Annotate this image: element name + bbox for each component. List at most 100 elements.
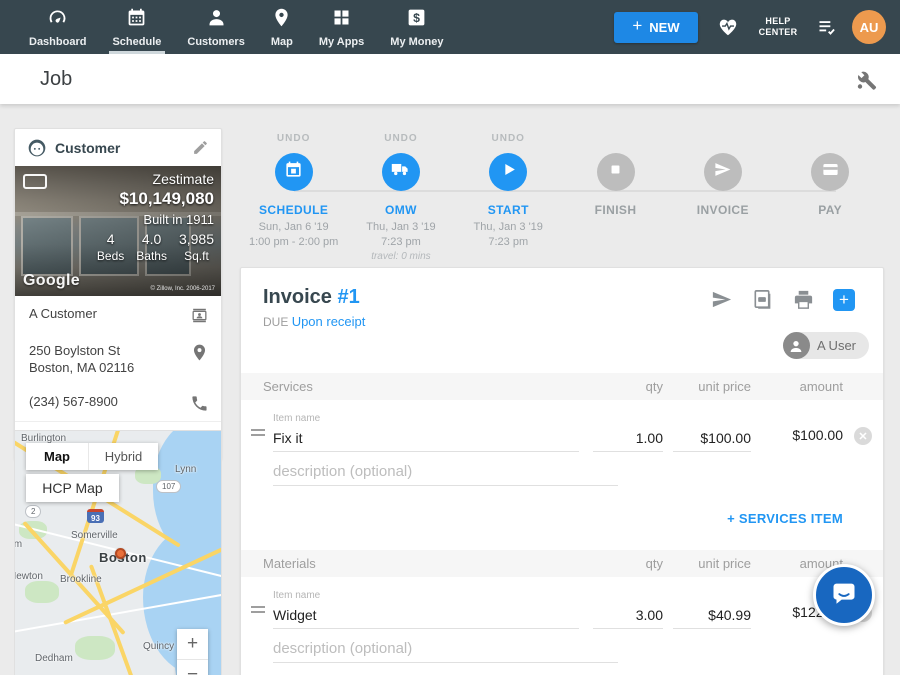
- send-icon-circle[interactable]: [704, 153, 742, 191]
- nav-label: Customers: [187, 36, 244, 48]
- step-omw: UNDO OMW Thu, Jan 3 '19 7:23 pm travel: …: [347, 133, 454, 264]
- customer-name: A Customer: [29, 305, 190, 322]
- service-item-row: $100.00 ✕: [241, 424, 883, 452]
- tasks-checklist-icon[interactable]: [816, 17, 838, 37]
- map-label-brookline: Brookline: [60, 574, 102, 585]
- nav-item-my-apps[interactable]: My Apps: [306, 0, 377, 54]
- col-unit-price: unit price: [673, 556, 751, 571]
- step-label[interactable]: SCHEDULE: [259, 203, 328, 217]
- nav-label: My Apps: [319, 36, 364, 48]
- schedule-step-button[interactable]: [275, 153, 313, 191]
- truck-icon: [391, 160, 410, 184]
- step-label[interactable]: OMW: [385, 203, 417, 217]
- customer-name-row: A Customer: [15, 296, 221, 333]
- map-label-newton: Newton: [15, 571, 43, 582]
- map-type-hybrid-button[interactable]: Hybrid: [88, 443, 158, 470]
- undo-start-link[interactable]: UNDO: [492, 133, 525, 148]
- job-tools-icon[interactable]: [854, 68, 878, 92]
- nav-item-customers[interactable]: Customers: [174, 0, 257, 54]
- stop-icon: [606, 160, 625, 184]
- page-header: Job: [0, 54, 900, 104]
- user-avatar[interactable]: AU: [852, 10, 886, 44]
- zestimate-overlay: Zestimate $10,149,080 Built in 1911 4 Be…: [97, 171, 214, 263]
- delete-item-icon[interactable]: ✕: [854, 427, 872, 445]
- stat-baths: 4.0 Baths: [136, 231, 167, 263]
- customer-card: Customer Zestimate $10,149,080 Built in …: [14, 128, 222, 460]
- contact-card-icon[interactable]: [190, 306, 209, 325]
- drag-handle-icon[interactable]: [251, 426, 265, 439]
- new-button-label: NEW: [649, 20, 679, 35]
- customers-icon: [206, 7, 227, 33]
- money-icon: $: [406, 7, 427, 33]
- zestimate-label: Zestimate: [97, 171, 214, 187]
- line-amount: $100.00: [759, 427, 843, 452]
- add-invoice-button[interactable]: +: [833, 289, 855, 311]
- step-label[interactable]: START: [488, 203, 529, 217]
- nav-label: Schedule: [112, 36, 161, 48]
- chat-widget-button[interactable]: [813, 564, 875, 626]
- col-qty: qty: [593, 556, 663, 571]
- nav-label: Dashboard: [29, 36, 86, 48]
- finish-step-button[interactable]: [597, 153, 635, 191]
- top-navbar: Dashboard Schedule Customers Map My Apps…: [0, 0, 900, 54]
- location-pin-icon[interactable]: [190, 343, 209, 362]
- omw-step-button[interactable]: [382, 153, 420, 191]
- print-icon[interactable]: [792, 288, 815, 311]
- step-label[interactable]: FINISH: [595, 203, 637, 217]
- step-finish: FINISH: [562, 133, 669, 264]
- add-services-item-link[interactable]: + SERVICES ITEM: [727, 511, 843, 526]
- map-zoom-control: + −: [177, 629, 208, 675]
- assigned-user-chip[interactable]: A User: [783, 332, 869, 359]
- unit-price-input[interactable]: [673, 424, 751, 452]
- new-button[interactable]: + NEW: [614, 12, 698, 43]
- health-heart-icon[interactable]: [716, 16, 740, 38]
- undo-omw-link[interactable]: UNDO: [384, 133, 417, 148]
- nav-item-schedule[interactable]: Schedule: [99, 0, 174, 54]
- qty-input[interactable]: [593, 601, 663, 629]
- property-streetview-photo[interactable]: Zestimate $10,149,080 Built in 1911 4 Be…: [15, 166, 221, 296]
- item-name-input[interactable]: [273, 601, 579, 629]
- zoom-in-button[interactable]: +: [177, 629, 208, 659]
- description-input[interactable]: [273, 635, 618, 663]
- hcp-map-button[interactable]: HCP Map: [26, 474, 119, 502]
- qty-input[interactable]: [593, 424, 663, 452]
- help-center-link[interactable]: HELP CENTER: [754, 16, 802, 38]
- invoice-number-link[interactable]: #1: [337, 286, 359, 308]
- send-invoice-icon[interactable]: [710, 288, 733, 311]
- step-date: Thu, Jan 3 '19: [366, 220, 435, 235]
- step-time: 1:00 pm - 2:00 pm: [249, 235, 338, 250]
- assigned-user-name: A User: [817, 338, 856, 353]
- step-travel: travel: 0 mins: [371, 250, 430, 264]
- step-start: UNDO START Thu, Jan 3 '19 7:23 pm: [455, 133, 562, 264]
- phone-icon[interactable]: [190, 394, 209, 413]
- nav-item-my-money[interactable]: $ My Money: [377, 0, 456, 54]
- undo-schedule-link[interactable]: UNDO: [277, 133, 310, 148]
- streetview-toggle-icon[interactable]: [23, 174, 47, 189]
- step-schedule: UNDO SCHEDULE Sun, Jan 6 '19 1:00 pm - 2…: [240, 133, 347, 264]
- step-invoice: INVOICE: [669, 133, 776, 264]
- description-input[interactable]: [273, 458, 618, 486]
- edit-pencil-icon[interactable]: [192, 139, 209, 156]
- zoom-out-button[interactable]: −: [177, 659, 208, 675]
- apps-grid-icon: [331, 7, 352, 33]
- play-icon: [499, 160, 518, 184]
- map-type-map-button[interactable]: Map: [26, 443, 88, 470]
- drag-handle-icon[interactable]: [251, 603, 265, 616]
- step-label[interactable]: PAY: [818, 203, 842, 217]
- item-name-label: Item name: [273, 413, 883, 424]
- step-label[interactable]: INVOICE: [697, 203, 749, 217]
- nav-item-dashboard[interactable]: Dashboard: [16, 0, 99, 54]
- map-widget[interactable]: Burlington Lynn Somerville Waltham Bosto…: [14, 430, 222, 675]
- pdf-icon[interactable]: [751, 288, 774, 311]
- pay-step-button[interactable]: [811, 153, 849, 191]
- item-name-input[interactable]: [273, 424, 579, 452]
- nav-item-map[interactable]: Map: [258, 0, 306, 54]
- job-location-marker[interactable]: [115, 548, 126, 559]
- nav-label: My Money: [390, 36, 443, 48]
- col-unit-price: unit price: [673, 379, 751, 394]
- start-step-button[interactable]: [489, 153, 527, 191]
- unit-price-input[interactable]: [673, 601, 751, 629]
- due-terms-link[interactable]: Upon receipt: [292, 314, 366, 329]
- zillow-copyright: © Zillow, Inc. 2006-2017: [151, 286, 215, 292]
- map-type-controls: Map Hybrid HCP Map: [26, 443, 158, 502]
